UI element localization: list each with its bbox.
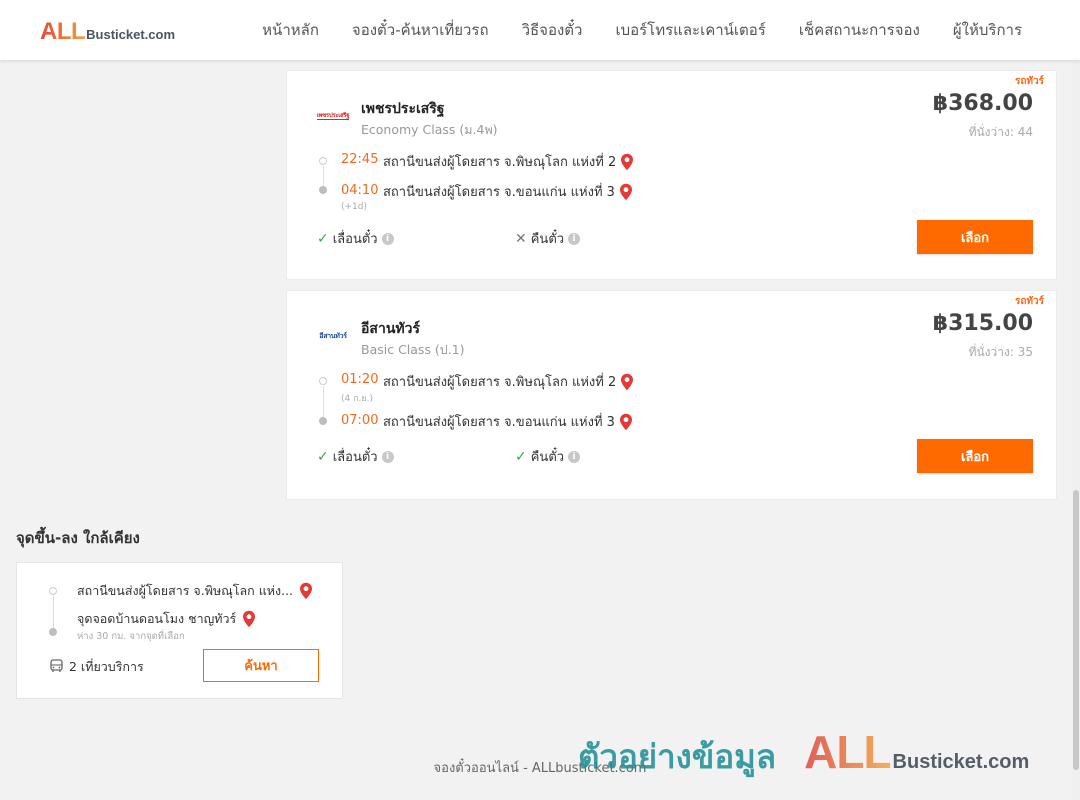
depart-time: 22:45	[341, 152, 379, 167]
bus-class: Basic Class (ป.1)	[361, 342, 465, 357]
nearby-from-station-label: สถานีขนส่งผู้โดยสาร จ.พิษณุโลก แห่ง...	[77, 583, 294, 598]
bus-class: Economy Class (ม.4พ)	[361, 122, 498, 137]
watermark-all-text: ALL	[804, 726, 891, 778]
top-navbar: ALL Busticket.com หน้าหลัก จองตั๋ว-ค้นหา…	[0, 0, 1080, 60]
info-icon[interactable]: i	[568, 450, 581, 463]
main-nav: หน้าหลัก จองตั๋ว-ค้นหาเที่ยวรถ วิธีจองตั…	[262, 0, 1022, 60]
arrive-time: 07:00	[341, 413, 379, 428]
operator-logo: เพชรประเสริฐ	[315, 109, 351, 123]
map-pin-icon[interactable]	[620, 373, 634, 391]
feature-reschedule-label: เลื่อนตั๋ว	[332, 232, 378, 247]
nav-book-search[interactable]: จองตั๋ว-ค้นหาเที่ยวรถ	[352, 18, 489, 42]
trip-price: ฿368.00	[932, 91, 1033, 116]
depart-time: 01:20	[341, 372, 379, 387]
operator-logo: อีสานทัวร์	[315, 329, 351, 343]
trip-type-badge: รถทัวร์	[1014, 296, 1044, 307]
map-pin-icon[interactable]	[242, 610, 256, 628]
arrive-time: 04:10	[341, 183, 379, 198]
operator-name: เพชรประเสริฐ	[361, 101, 445, 117]
nearby-to-station: จุดจอดบ้านดอนโมง ชาญทัวร์	[77, 609, 256, 629]
check-icon: ✓	[515, 448, 527, 465]
nav-phone-counters[interactable]: เบอร์โทรและเคาน์เตอร์	[615, 18, 765, 42]
route-line	[52, 596, 54, 628]
nav-how-to-book[interactable]: วิธีจองตั๋ว	[522, 18, 583, 42]
map-pin-icon[interactable]	[619, 413, 633, 431]
nearby-section-title: จุดขึ้น-ลง ใกล้เคียง	[16, 529, 140, 547]
arrive-station-label: สถานีขนส่งผู้โดยสาร จ.ขอนแก่น แห่งที่ 3	[383, 415, 615, 430]
nearby-trip-count-label: 2 เที่ยวบริการ	[69, 659, 144, 674]
route-line	[322, 166, 324, 186]
watermark-busticket-text: Busticket.com	[892, 751, 1030, 773]
bus-icon	[50, 658, 63, 676]
select-trip-button[interactable]: เลือก	[917, 220, 1033, 254]
check-icon: ✓	[317, 230, 329, 247]
nearby-trip-count: 2 เที่ยวบริการ	[50, 657, 144, 677]
site-logo[interactable]: ALL Busticket.com	[40, 18, 175, 46]
page-scrollbar-thumb[interactable]	[1073, 490, 1079, 770]
route-start-dot	[49, 587, 57, 595]
feature-reschedule: ✓ เลื่อนตั๋ว i	[317, 228, 394, 249]
check-icon: ✓	[317, 448, 329, 465]
info-icon[interactable]: i	[381, 232, 394, 245]
nav-check-booking[interactable]: เช็คสถานะการจอง	[799, 18, 920, 42]
route-end-dot	[49, 628, 57, 636]
trip-card: รถทัวร์ เพชรประเสริฐ เพชรประเสริฐ Econom…	[286, 70, 1057, 280]
feature-refund: ✕ คืนตั๋ว i	[515, 228, 581, 249]
logo-busticket-text: Busticket.com	[86, 27, 176, 42]
nearby-distance: ห่าง 30 กม. จากจุดที่เลือก	[77, 631, 185, 642]
operator-name: อีสานทัวร์	[361, 321, 420, 337]
route-start-dot	[319, 157, 327, 165]
trip-type-badge: รถทัวร์	[1014, 76, 1044, 87]
operator-logo-text: เพชรประเสริฐ	[316, 112, 350, 120]
info-icon[interactable]: i	[568, 232, 581, 245]
feature-refund: ✓ คืนตั๋ว i	[515, 446, 581, 467]
select-trip-button[interactable]: เลือก	[917, 439, 1033, 473]
map-pin-icon[interactable]	[299, 582, 313, 600]
nearby-to-station-label: จุดจอดบ้านดอนโมง ชาญทัวร์	[77, 611, 237, 626]
map-pin-icon[interactable]	[619, 183, 633, 201]
cross-icon: ✕	[515, 230, 527, 247]
arrive-station: สถานีขนส่งผู้โดยสาร จ.ขอนแก่น แห่งที่ 3	[383, 181, 633, 202]
nearby-search-button[interactable]: ค้นหา	[203, 649, 319, 682]
depart-date-note: (4 ก.ย.)	[341, 394, 374, 404]
seats-available: ที่นั่งว่าง: 44	[968, 125, 1033, 139]
trip-card: รถทัวร์ อีสานทัวร์ อีสานทัวร์ Basic Clas…	[286, 290, 1057, 500]
info-icon[interactable]: i	[381, 450, 394, 463]
sample-data-watermark: ตัวอย่างข้อมูล ALL Busticket.com	[578, 725, 1029, 783]
logo-all-text: ALL	[40, 18, 86, 45]
depart-station: สถานีขนส่งผู้โดยสาร จ.พิษณุโลก แห่งที่ 2	[383, 151, 634, 172]
feature-refund-label: คืนตั๋ว	[530, 232, 565, 247]
depart-station: สถานีขนส่งผู้โดยสาร จ.พิษณุโลก แห่งที่ 2	[383, 371, 634, 392]
route-end-dot	[319, 417, 327, 425]
feature-reschedule: ✓ เลื่อนตั๋ว i	[317, 446, 394, 467]
arrive-station-label: สถานีขนส่งผู้โดยสาร จ.ขอนแก่น แห่งที่ 3	[383, 185, 615, 200]
arrive-day-note: (+1d)	[341, 202, 368, 212]
nearby-from-station: สถานีขนส่งผู้โดยสาร จ.พิษณุโลก แห่ง...	[77, 581, 313, 601]
operator-logo-text: อีสานทัวร์	[319, 331, 347, 340]
feature-refund-label: คืนตั๋ว	[530, 450, 565, 465]
arrive-station: สถานีขนส่งผู้โดยสาร จ.ขอนแก่น แห่งที่ 3	[383, 411, 633, 432]
route-line	[322, 386, 324, 417]
depart-station-label: สถานีขนส่งผู้โดยสาร จ.พิษณุโลก แห่งที่ 2	[383, 155, 617, 170]
watermark-sample-text: ตัวอย่างข้อมูล	[578, 737, 777, 776]
map-pin-icon[interactable]	[620, 153, 634, 171]
route-start-dot	[319, 377, 327, 385]
feature-reschedule-label: เลื่อนตั๋ว	[332, 450, 378, 465]
seats-available: ที่นั่งว่าง: 35	[968, 345, 1033, 359]
depart-station-label: สถานีขนส่งผู้โดยสาร จ.พิษณุโลก แห่งที่ 2	[383, 375, 617, 390]
nav-home[interactable]: หน้าหลัก	[262, 18, 319, 42]
nearby-stop-card: สถานีขนส่งผู้โดยสาร จ.พิษณุโลก แห่ง... จ…	[16, 562, 343, 699]
route-end-dot	[319, 186, 327, 194]
nav-operators[interactable]: ผู้ให้บริการ	[953, 18, 1022, 42]
trip-price: ฿315.00	[932, 311, 1033, 336]
